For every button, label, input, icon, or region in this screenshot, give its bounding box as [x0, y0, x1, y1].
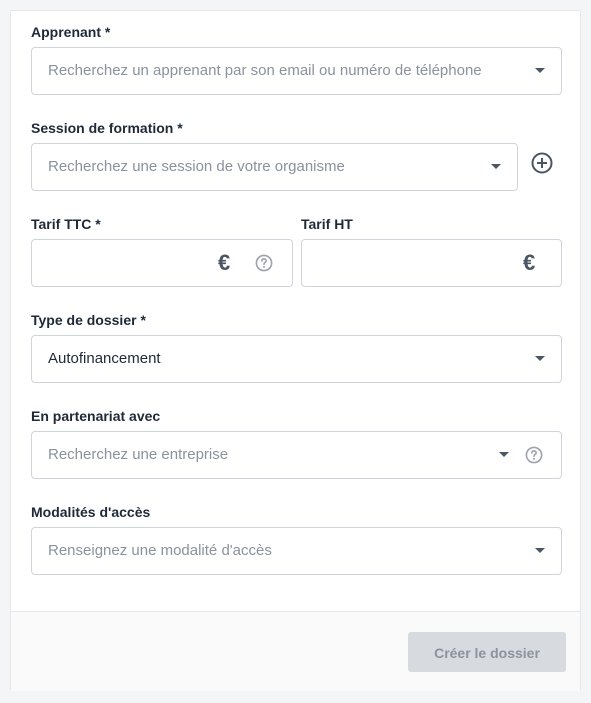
price-ht-label: Tarif HT: [301, 216, 353, 232]
learner-field: Apprenant * Recherchez un apprenant par …: [31, 22, 562, 95]
chevron-down-icon: [535, 548, 545, 553]
price-ttc-label: Tarif TTC *: [31, 216, 101, 232]
learner-label: Apprenant *: [31, 24, 111, 40]
chevron-down-icon: [491, 164, 501, 169]
session-placeholder: Recherchez une session de votre organism…: [48, 158, 345, 175]
partnership-placeholder: Recherchez une entreprise: [48, 446, 229, 463]
create-dossier-form: Apprenant * Recherchez un apprenant par …: [10, 10, 581, 691]
learner-placeholder: Recherchez un apprenant par son email ou…: [48, 62, 482, 79]
form-footer: Créer le dossier: [11, 611, 580, 691]
chevron-down-icon: [535, 356, 545, 361]
dossier-type-field: Type de dossier * Autofinancement: [31, 310, 562, 383]
dossier-type-select[interactable]: Autofinancement: [31, 335, 562, 383]
chevron-down-icon: [535, 68, 545, 73]
session-select[interactable]: Recherchez une session de votre organism…: [31, 143, 518, 191]
access-select[interactable]: Renseignez une modalité d'accès: [31, 527, 562, 575]
learner-select[interactable]: Recherchez un apprenant par son email ou…: [31, 47, 562, 95]
price-ht-input[interactable]: €: [301, 239, 562, 287]
dossier-type-value: Autofinancement: [48, 350, 161, 367]
access-label: Modalités d'accès: [31, 504, 151, 520]
access-placeholder: Renseignez une modalité d'accès: [48, 542, 272, 559]
session-label: Session de formation *: [31, 120, 183, 136]
question-circle-icon[interactable]: [255, 254, 273, 272]
question-circle-icon[interactable]: [525, 446, 543, 464]
access-field: Modalités d'accès Renseignez une modalit…: [31, 502, 562, 575]
euro-icon: €: [523, 250, 536, 275]
partnership-label: En partenariat avec: [31, 408, 161, 424]
price-ttc-input[interactable]: €: [31, 239, 293, 287]
create-dossier-button[interactable]: Créer le dossier: [408, 632, 566, 672]
dossier-type-label: Type de dossier *: [31, 312, 146, 328]
partnership-select[interactable]: Recherchez une entreprise: [31, 431, 562, 479]
euro-icon: €: [218, 250, 231, 275]
chevron-down-icon: [499, 452, 509, 457]
price-ht-field: Tarif HT €: [301, 214, 562, 287]
partnership-field: En partenariat avec Recherchez une entre…: [31, 406, 562, 479]
plus-circle-icon[interactable]: [531, 152, 553, 174]
session-field: Session de formation * Recherchez une se…: [31, 118, 562, 191]
price-ttc-field: Tarif TTC * €: [31, 214, 293, 287]
